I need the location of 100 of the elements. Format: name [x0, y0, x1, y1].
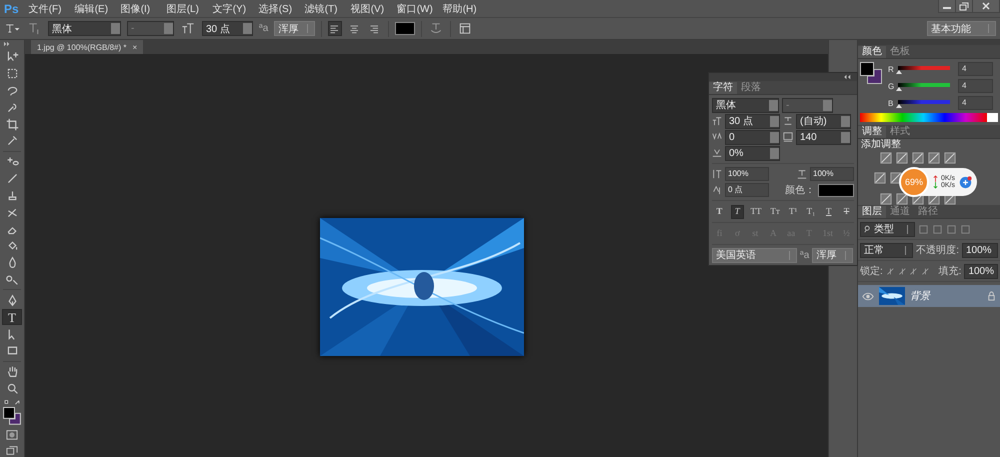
channel-label: B: [888, 98, 894, 108]
blend-mode-select[interactable]: 正常: [860, 242, 914, 258]
text-color-swatch[interactable]: [395, 22, 416, 35]
text-style-button[interactable]: T: [712, 204, 726, 218]
language-select[interactable]: 美国英语: [712, 248, 797, 262]
adjustment-icon[interactable]: [912, 152, 924, 164]
adjustment-icon[interactable]: [874, 172, 886, 184]
font-size-field[interactable]: 30 点: [725, 114, 780, 128]
antialias-select[interactable]: 浑厚: [812, 248, 854, 262]
bandage-icon: [6, 155, 18, 168]
menu-item[interactable]: 选择(S): [258, 2, 305, 16]
panel-tab[interactable]: 色板: [886, 46, 914, 58]
lock-option-icon[interactable]: [886, 266, 894, 276]
text-style-button[interactable]: Tт: [768, 204, 782, 218]
quick-mask-icon[interactable]: [5, 429, 19, 441]
menu-item[interactable]: 视图(V): [350, 2, 397, 16]
opacity-field[interactable]: 100%: [962, 242, 998, 258]
lock-option-icon[interactable]: [898, 266, 906, 276]
color-label: 颜色：: [785, 184, 815, 197]
zoom-icon: [6, 382, 18, 395]
baseline-shift-icon: [712, 185, 722, 195]
lock-option-icon[interactable]: [920, 266, 930, 276]
menu-item[interactable]: 编辑(E): [74, 2, 121, 16]
adjustment-icon[interactable]: [880, 152, 892, 164]
antialias-select[interactable]: 浑厚: [274, 21, 316, 36]
menu-item[interactable]: 文字(Y): [212, 2, 259, 16]
panel-tab[interactable]: 字符: [709, 82, 737, 94]
eye-icon[interactable]: [862, 292, 874, 300]
layer-name: 背景: [910, 290, 932, 303]
adjustment-icon[interactable]: [944, 152, 956, 164]
lock-option-icon[interactable]: [909, 266, 918, 276]
horizontal-scale-field[interactable]: 100%: [810, 167, 854, 181]
adjustment-icon[interactable]: [880, 192, 892, 204]
font-family-select[interactable]: 黑体: [712, 98, 779, 112]
menu-item[interactable]: 滤镜(T): [304, 2, 351, 16]
screen-mode-icon[interactable]: [5, 444, 19, 457]
adjustment-icon[interactable]: [896, 152, 908, 164]
align-left-button[interactable]: [328, 21, 342, 36]
panel-tab[interactable]: 通道: [886, 206, 914, 218]
hand-icon: [6, 365, 18, 378]
tracking-icon: [783, 132, 793, 142]
vertical-scale-field[interactable]: 100%: [725, 167, 769, 181]
panel-title: 添加调整: [860, 139, 902, 151]
text-style-button[interactable]: TT: [748, 204, 764, 218]
antialias-glyph: ªa: [800, 250, 810, 260]
slider-thumb[interactable]: [896, 86, 902, 90]
crop-icon: [6, 118, 18, 131]
leading-field[interactable]: (自动): [796, 114, 851, 128]
kerning-field[interactable]: 0: [725, 130, 780, 144]
panel-tab[interactable]: 调整: [858, 126, 886, 138]
menu-item[interactable]: 窗口(W): [396, 2, 443, 16]
panel-tab[interactable]: 颜色: [858, 46, 886, 58]
horizontal-scale-icon: [797, 169, 807, 179]
menu-item[interactable]: 文件(F): [28, 2, 75, 16]
menu-item[interactable]: 图像(I): [120, 2, 167, 16]
menu-item[interactable]: 图层(L): [166, 2, 213, 16]
move-arrow-icon: [6, 50, 18, 64]
text-style-button[interactable]: T: [730, 204, 744, 218]
adjustment-icon[interactable]: [896, 192, 908, 204]
channel-value-field[interactable]: 4: [958, 62, 993, 76]
text-style-button[interactable]: T: [822, 204, 836, 218]
foreground-color-swatch[interactable]: [860, 62, 874, 76]
swap-colors-icon[interactable]: [3, 399, 21, 406]
adjustment-icon[interactable]: [928, 152, 940, 164]
type-tool-button[interactable]: T: [2, 309, 22, 326]
pen-icon: [6, 294, 18, 307]
antialias-glyph: ªa: [259, 23, 268, 34]
opacity-label: 不透明度:: [916, 244, 959, 257]
menu-item[interactable]: 帮助(H): [442, 2, 489, 16]
font-size-icon: [712, 116, 722, 126]
workspace-select[interactable]: 基本功能: [927, 21, 996, 36]
channel-value-field[interactable]: 4: [958, 79, 993, 93]
panel-tab[interactable]: 段落: [737, 82, 765, 94]
dashed-rectangle-icon: [6, 67, 18, 80]
foreground-color-swatch[interactable]: [3, 407, 15, 420]
slider-thumb[interactable]: [896, 104, 902, 108]
dodge-icon: [6, 273, 18, 286]
text-style-button[interactable]: T: [840, 204, 854, 218]
panel-tab[interactable]: 样式: [886, 126, 914, 138]
background-color-swatch[interactable]: [9, 413, 21, 426]
tsume-field[interactable]: 0%: [725, 146, 780, 160]
panel-tab[interactable]: 路径: [914, 206, 942, 218]
text-color-swatch[interactable]: [818, 184, 854, 196]
text-style-button[interactable]: T¹: [786, 204, 800, 218]
stamp-icon: [6, 188, 18, 202]
font-size-select[interactable]: 30 点: [202, 21, 253, 36]
slider-thumb[interactable]: [896, 70, 902, 74]
tracking-field[interactable]: 140: [796, 130, 851, 144]
font-family-select[interactable]: 黑体: [48, 21, 121, 36]
document-tab[interactable]: 1.jpg @ 100%(RGB/8#) * ×: [31, 40, 144, 54]
baseline-shift-field[interactable]: 0 点: [725, 183, 769, 197]
layer-row[interactable]: 背景: [858, 285, 1000, 307]
rounded-rectangle-icon: [6, 344, 18, 358]
search-icon: [864, 225, 872, 233]
color-spectrum[interactable]: [860, 113, 998, 122]
channel-value-field[interactable]: 4: [958, 96, 993, 110]
text-style-button[interactable]: T₁: [804, 204, 818, 218]
fill-field[interactable]: 100%: [964, 264, 998, 278]
panel-tab[interactable]: 图层: [858, 206, 886, 218]
layer-filter-select[interactable]: 类型: [860, 222, 915, 236]
